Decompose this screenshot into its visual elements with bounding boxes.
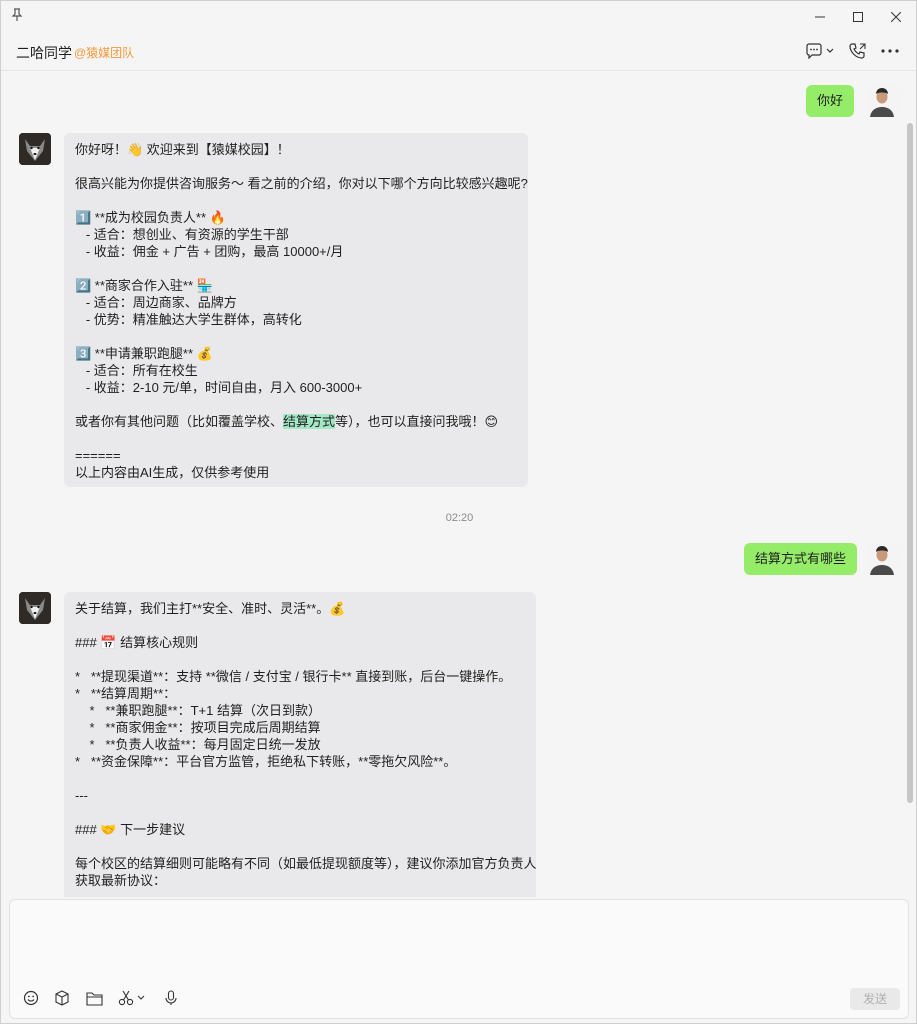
message-line: --- [75,788,88,803]
message-line: * **结算周期**： [75,686,177,701]
message-text: 或者你有其他问题（比如覆盖学校、 [75,414,284,429]
message-line: - 优势：精准触达大学生群体，高转化 [75,312,302,327]
message-composer[interactable]: 发送 [9,899,909,1019]
message-text: 结算方式有哪些 [755,551,847,566]
bot-avatar[interactable] [19,133,51,165]
box-icon[interactable] [51,987,73,1009]
message-line: * **兼职跑腿**：T+1 结算（次日到款） [75,703,321,718]
chat-title[interactable]: 二哈同学 [16,43,72,63]
message-line: ====== [75,448,121,463]
message-line: * **提现渠道**：支持 **微信 / 支付宝 / 银行卡** 直接到账，后台… [75,669,512,684]
message-line: * **资金保障**：平台官方监管，拒绝私下转账，**零拖欠风险**。 [75,754,457,769]
message-line: - 适合：周边商家、品牌方 [75,295,237,310]
message-line: ### 🤝 下一步建议 [75,822,186,837]
message-line [75,158,517,175]
message-line-with-highlight: 或者你有其他问题（比如覆盖学校、结算方式等），也可以直接问我哦！😊 [75,413,517,430]
message-line: - 收益：佣金 + 广告 + 团购，最高 10000+/月 [75,244,344,259]
message-line [75,192,517,209]
highlighted-text[interactable]: 结算方式 [283,414,336,429]
message-text: 你好 [817,93,844,108]
message-line [75,617,525,634]
bot-message-bubble[interactable]: 关于结算，我们主打**安全、准时、灵活**。💰 ### 📅 结算核心规则 * *… [64,592,537,897]
send-button[interactable]: 发送 [850,988,900,1010]
message-list[interactable]: 你好 你好呀！👋 欢迎来到【猿媒校园】！ 很高兴能为你提供咨询服务～ 看之前的介… [1,72,916,897]
scissors-icon[interactable] [116,987,150,1009]
minimize-icon[interactable] [803,1,837,33]
message-line: * **商家佣金**：按项目完成后周期结算 [75,720,321,735]
message-text: 等），也可以直接问我哦！😊 [335,414,499,429]
maximize-icon[interactable] [841,1,875,33]
title-bar [1,1,916,33]
user-message-bubble[interactable]: 你好 [806,85,855,117]
bot-message-bubble[interactable]: 你好呀！👋 欢迎来到【猿媒校园】！ 很高兴能为你提供咨询服务～ 看之前的介绍，你… [64,133,528,487]
message-line [75,838,525,855]
more-icon[interactable] [881,40,899,62]
emoji-icon[interactable] [20,987,42,1009]
message-line: 你好呀！👋 欢迎来到【猿媒校园】！ [75,142,290,157]
bot-avatar[interactable] [19,592,51,624]
message-line: 2️⃣ **商家合作入驻** 🏪 [75,278,213,293]
message-line: 每个校区的结算细则可能略有不同（如最低提现额度等），建议你添加官方负责人 [75,856,537,871]
message-line: ### 📅 结算核心规则 [75,635,199,650]
message-line [75,328,517,345]
user-message-bubble[interactable]: 结算方式有哪些 [744,543,858,575]
message-line: 以上内容由AI生成，仅供参考使用 [75,465,270,480]
message-line: - 适合：想创业、有资源的学生干部 [75,227,289,242]
close-icon[interactable] [879,1,913,33]
folder-icon[interactable] [83,987,105,1009]
message-line: 关于结算，我们主打**安全、准时、灵活**。💰 [75,601,346,616]
message-line: 很高兴能为你提供咨询服务～ 看之前的介绍，你对以下哪个方向比较感兴趣呢? [75,176,528,191]
message-line: - 适合：所有在校生 [75,363,198,378]
user-avatar[interactable] [866,543,898,575]
message-line [75,804,525,821]
chat-tag[interactable]: @猿媒团队 [74,44,134,61]
chat-bubble-icon[interactable] [805,40,835,62]
user-avatar[interactable] [866,85,898,117]
phone-icon[interactable] [849,40,867,62]
message-line: 3️⃣ **申请兼职跑腿** 💰 [75,346,213,361]
message-line: - 收益：2-10 元/单，时间自由，月入 600-3000+ [75,380,363,395]
message-line: 获取最新协议： [75,873,167,888]
message-line [75,430,517,447]
message-line [75,651,525,668]
message-line: 1️⃣ **成为校园负责人** 🔥 [75,210,226,225]
message-line: * **负责人收益**：每月固定日统一发放 [75,737,321,752]
chat-header: 二哈同学 @猿媒团队 [1,33,916,71]
message-line [75,770,525,787]
scrollbar[interactable] [907,123,913,803]
message-line [75,396,517,413]
timestamp: 02:20 [445,512,474,524]
pin-icon[interactable] [11,8,25,24]
message-line [75,260,517,277]
microphone-icon[interactable] [160,987,182,1009]
